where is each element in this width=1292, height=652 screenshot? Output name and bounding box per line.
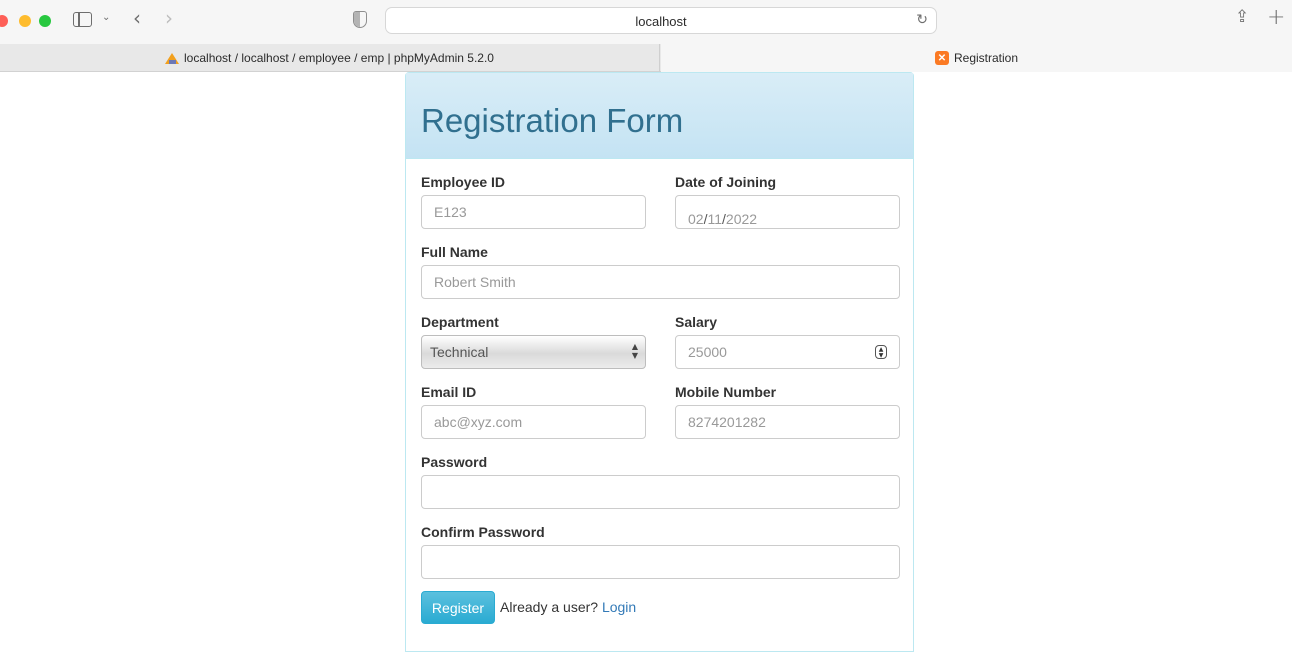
confirm-password-label: Confirm Password: [421, 524, 545, 540]
already-user-text: Already a user?: [500, 599, 599, 615]
salary-input[interactable]: 25000 ▲ ▼: [675, 335, 900, 369]
new-tab-icon[interactable]: +: [1267, 7, 1285, 29]
register-button[interactable]: Register: [421, 591, 495, 624]
phpmyadmin-icon: [165, 52, 180, 64]
login-prompt: Already a user? Login: [500, 599, 636, 615]
back-icon[interactable]: ‹: [133, 8, 141, 28]
registration-panel: Registration Form Employee ID E123 Date …: [405, 72, 914, 652]
login-link[interactable]: Login: [602, 599, 636, 615]
close-window-button[interactable]: [0, 15, 8, 27]
employee-id-input[interactable]: E123: [421, 195, 646, 229]
tab-label: Registration: [953, 51, 1019, 65]
privacy-shield-icon[interactable]: [353, 11, 367, 28]
browser-toolbar: ⌄ ‹ › localhost ↻ ⇪ +: [0, 0, 1292, 44]
date-of-joining-label: Date of Joining: [675, 174, 777, 190]
chevron-down-icon[interactable]: ⌄: [102, 13, 110, 23]
full-name-placeholder: Robert Smith: [434, 274, 516, 290]
mobile-placeholder: 8274201282: [688, 414, 766, 430]
xampp-icon: ✕: [934, 51, 949, 65]
email-placeholder: abc@xyz.com: [434, 414, 523, 430]
full-name-input[interactable]: Robert Smith: [421, 265, 900, 299]
sidebar-toggle-icon[interactable]: [73, 12, 92, 27]
date-day[interactable]: 11: [707, 211, 722, 227]
department-select[interactable]: Technical ▲ ▼: [421, 335, 646, 369]
tab-bar: localhost / localhost / employee / emp |…: [0, 44, 1292, 72]
tab-label: localhost / localhost / employee / emp |…: [184, 51, 494, 65]
minimize-window-button[interactable]: [19, 15, 31, 27]
mobile-input[interactable]: 8274201282: [675, 405, 900, 439]
tab-phpmyadmin[interactable]: localhost / localhost / employee / emp |…: [0, 44, 660, 72]
forward-icon[interactable]: ›: [165, 8, 173, 28]
email-input[interactable]: abc@xyz.com: [421, 405, 646, 439]
panel-header: Registration Form: [406, 73, 913, 159]
reload-icon[interactable]: ↻: [916, 12, 928, 28]
mobile-label: Mobile Number: [675, 384, 777, 400]
password-input[interactable]: [421, 475, 900, 509]
email-label: Email ID: [421, 384, 477, 400]
number-stepper-icon[interactable]: ▲ ▼: [875, 345, 887, 359]
tab-registration[interactable]: ✕ Registration: [661, 44, 1292, 72]
confirm-password-input[interactable]: [421, 545, 900, 579]
select-arrows-icon: ▲ ▼: [631, 342, 638, 360]
department-label: Department: [421, 314, 499, 330]
address-text: localhost: [635, 14, 687, 29]
salary-placeholder: 25000: [688, 344, 727, 360]
department-selected: Technical: [430, 344, 489, 360]
page-title: Registration Form: [421, 102, 684, 139]
zoom-window-button[interactable]: [39, 15, 51, 27]
employee-id-placeholder: E123: [434, 204, 467, 220]
date-of-joining-input[interactable]: 02/11/2022: [675, 195, 900, 229]
date-year[interactable]: 2022: [726, 211, 757, 227]
password-label: Password: [421, 454, 488, 470]
full-name-label: Full Name: [421, 244, 488, 260]
employee-id-label: Employee ID: [421, 174, 506, 190]
address-bar[interactable]: localhost ↻: [385, 7, 937, 34]
date-month[interactable]: 02: [688, 211, 704, 227]
share-icon[interactable]: ⇪: [1235, 9, 1249, 26]
salary-label: Salary: [675, 314, 718, 330]
